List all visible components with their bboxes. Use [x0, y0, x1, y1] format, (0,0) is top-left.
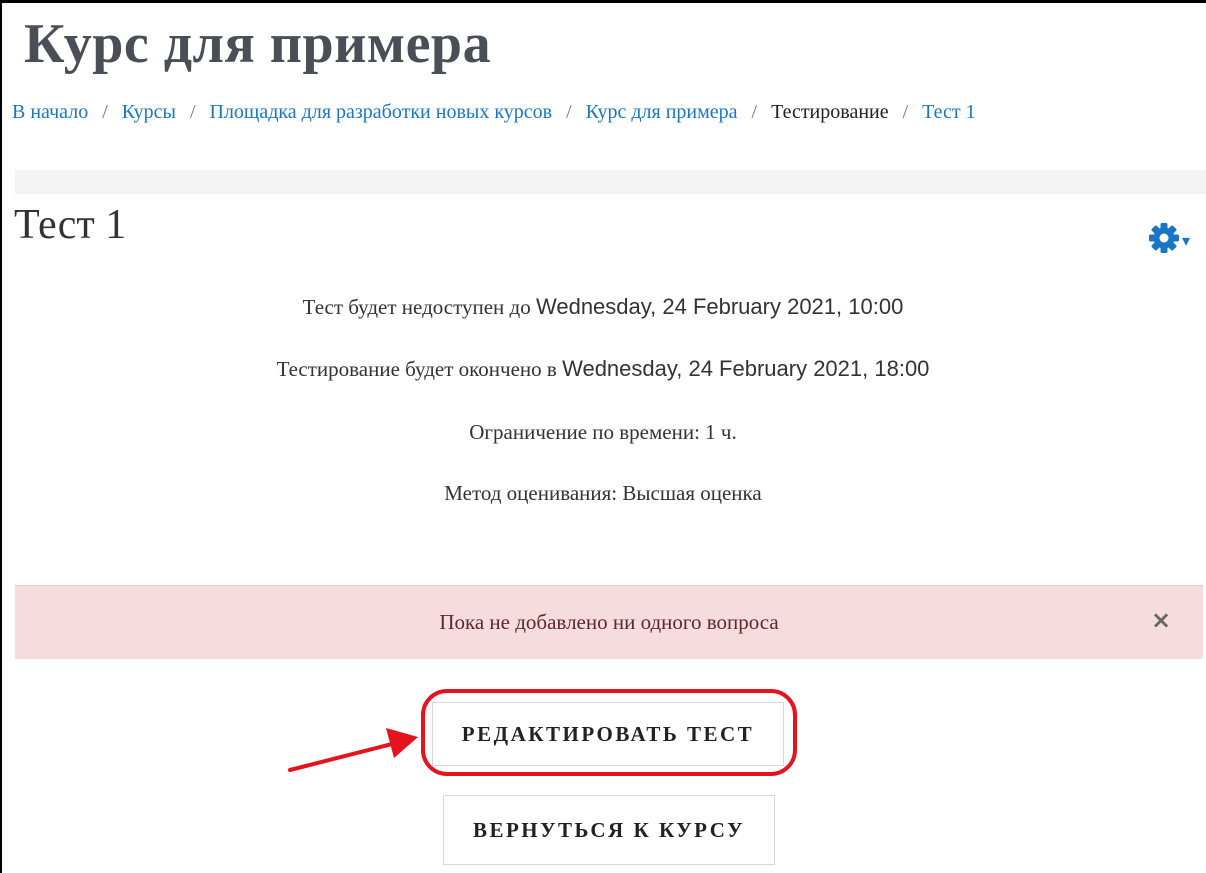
- course-title: Курс для примера: [24, 13, 492, 75]
- breadcrumb-course[interactable]: Курс для примера: [586, 101, 738, 123]
- breadcrumb-courses[interactable]: Курсы: [122, 101, 176, 123]
- breadcrumb-home[interactable]: В начало: [12, 101, 88, 123]
- page-title: Тест 1: [14, 202, 127, 248]
- close-icon[interactable]: ×: [1151, 606, 1171, 634]
- breadcrumb-section: Тестирование: [771, 101, 889, 123]
- breadcrumb-separator: /: [902, 101, 909, 123]
- breadcrumb-separator: /: [566, 101, 572, 123]
- quiz-time-limit: Ограничение по времени: 1 ч.: [469, 420, 737, 444]
- alert-message: Пока не добавлено ни одного вопроса: [439, 610, 779, 634]
- breadcrumb-separator: /: [102, 101, 108, 123]
- region-divider: [15, 170, 1206, 194]
- breadcrumb-quiz[interactable]: Тест 1: [922, 101, 975, 123]
- quiz-open-prefix: Тест будет недоступен до: [302, 295, 531, 319]
- quiz-close-prefix: Тестирование будет окончено в: [276, 357, 557, 381]
- highlight-annotation: [421, 689, 797, 776]
- gear-icon: [1148, 222, 1180, 259]
- breadcrumb-separator: /: [189, 101, 196, 123]
- quiz-grading-method: Метод оценивания: Высшая оценка: [444, 481, 762, 505]
- quiz-close-date: Wednesday, 24 February 2021, 18:00: [562, 356, 930, 381]
- no-questions-alert: Пока не добавлено ни одного вопроса ×: [15, 585, 1203, 659]
- back-to-course-button[interactable]: ВЕРНУТЬСЯ К КУРСУ: [443, 795, 775, 865]
- quiz-close-time: Тестирование будет окончено в Wednesday,…: [0, 356, 1206, 382]
- caret-down-icon: ▾: [1182, 232, 1191, 250]
- breadcrumb-separator: /: [751, 101, 758, 123]
- screenshot-frame-top: [0, 0, 1206, 3]
- breadcrumb-category[interactable]: Площадка для разработки новых курсов: [210, 101, 553, 123]
- settings-menu-toggle[interactable]: ▾: [1148, 222, 1190, 259]
- quiz-open-time: Тест будет недоступен до Wednesday, 24 F…: [0, 294, 1206, 320]
- arrow-icon: [288, 728, 418, 772]
- breadcrumb: В начало / Курсы / Площадка для разработ…: [12, 101, 976, 124]
- quiz-open-date: Wednesday, 24 February 2021, 10:00: [535, 294, 904, 319]
